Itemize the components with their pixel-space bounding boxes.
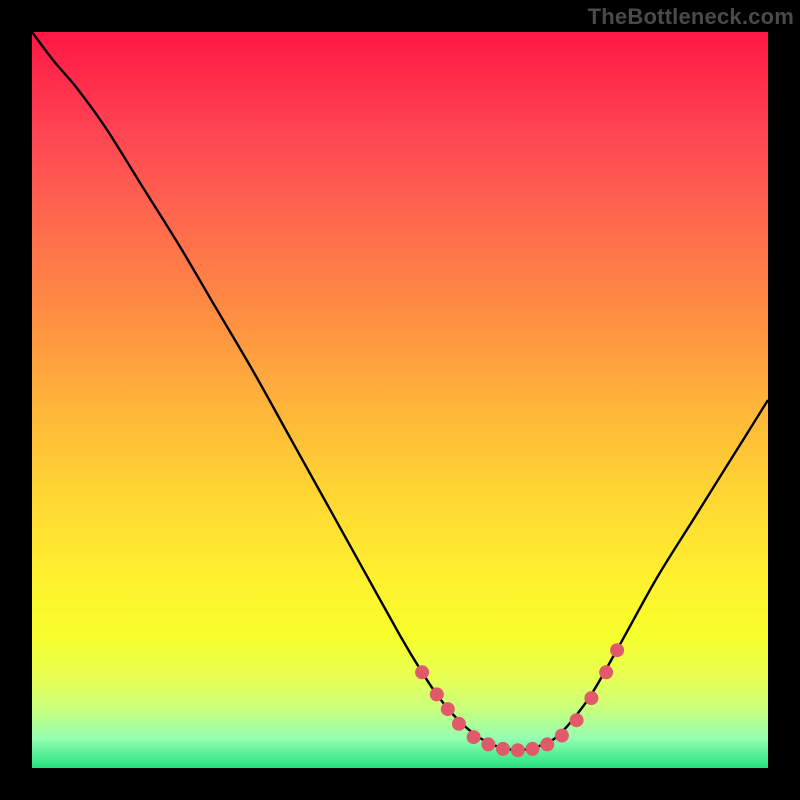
curve-marker [441, 702, 455, 716]
curve-marker [511, 743, 525, 757]
curve-marker [526, 742, 540, 756]
curve-marker [599, 665, 613, 679]
plot-area [32, 32, 768, 768]
curve-marker [540, 737, 554, 751]
curve-marker [496, 742, 510, 756]
curve-marker [584, 691, 598, 705]
bottleneck-curve [32, 32, 768, 768]
curve-marker [570, 713, 584, 727]
curve-marker [467, 730, 481, 744]
curve-marker [415, 665, 429, 679]
curve-marker [430, 687, 444, 701]
watermark: TheBottleneck.com [588, 4, 794, 30]
curve-marker [555, 729, 569, 743]
chart-frame: TheBottleneck.com [0, 0, 800, 800]
curve-marker [610, 643, 624, 657]
curve-marker [452, 717, 466, 731]
curve-marker [481, 737, 495, 751]
